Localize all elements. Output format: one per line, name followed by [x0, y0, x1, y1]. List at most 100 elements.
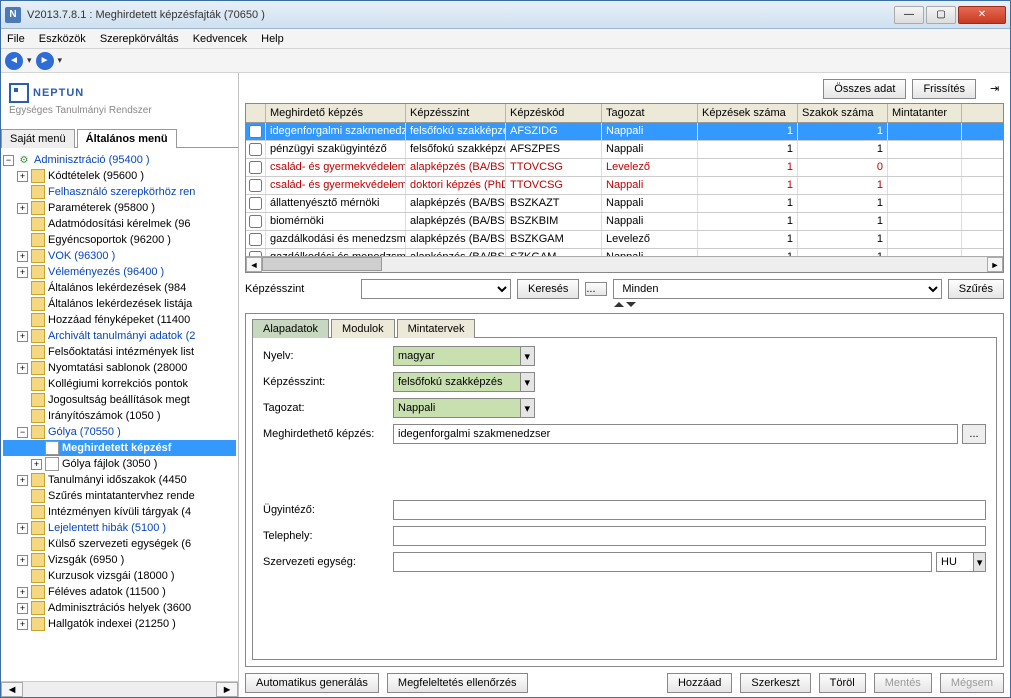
col-check[interactable]: [246, 104, 266, 122]
combo-nyelv[interactable]: ▾: [393, 346, 535, 366]
search-more-button[interactable]: ...: [585, 282, 607, 296]
expand-icon[interactable]: +: [17, 555, 28, 566]
row-checkbox[interactable]: [246, 195, 266, 212]
check-button[interactable]: Megfeleltetés ellenőrzés: [387, 673, 528, 693]
tab-altalanos-menu[interactable]: Általános menü: [77, 129, 177, 148]
combo-tagozat[interactable]: ▾: [393, 398, 535, 418]
field-telephely[interactable]: [393, 526, 986, 546]
table-row[interactable]: idegenforgalmi szakmenedzsfelsőfokú szak…: [246, 123, 1003, 141]
tree-item[interactable]: −⚙Adminisztráció (95400 ): [3, 152, 236, 168]
tree-item[interactable]: +Hallgatók indexei (21250 ): [3, 616, 236, 632]
grid-header[interactable]: Meghirdető képzés Képzésszint Képzéskód …: [246, 104, 1003, 123]
left-scrollbar[interactable]: ◄ ►: [1, 681, 238, 697]
menu-help[interactable]: Help: [261, 33, 284, 45]
tree-item[interactable]: +Lejelentett hibák (5100 ): [3, 520, 236, 536]
col-szint[interactable]: Képzésszint: [406, 104, 506, 122]
tree-item[interactable]: Kurzusok vizsgái (18000 ): [3, 568, 236, 584]
tree-item[interactable]: Felsőoktatási intézmények list: [3, 344, 236, 360]
row-checkbox[interactable]: [246, 159, 266, 176]
tree-item[interactable]: Intézményen kívüli tárgyak (4: [3, 504, 236, 520]
tree-view[interactable]: −⚙Adminisztráció (95400 )+Kódtételek (95…: [1, 148, 238, 681]
tree-item[interactable]: +Nyomtatási sablonok (28000: [3, 360, 236, 376]
edit-button[interactable]: Szerkeszt: [740, 673, 810, 693]
save-button[interactable]: Mentés: [874, 673, 932, 693]
row-checkbox[interactable]: [246, 249, 266, 256]
grid-scrollbar[interactable]: ◄ ►: [246, 256, 1003, 272]
tree-item[interactable]: Általános lekérdezések listája: [3, 296, 236, 312]
chevron-down-icon[interactable]: ▾: [27, 55, 32, 66]
nav-back-button[interactable]: ◄: [5, 52, 23, 70]
search-field-combo[interactable]: [361, 279, 511, 299]
pin-icon[interactable]: ⇥: [990, 82, 1004, 96]
col-kepzes[interactable]: Meghirdető képzés: [266, 104, 406, 122]
tab-mintatervek[interactable]: Mintatervek: [397, 319, 476, 338]
table-row[interactable]: biomérnökialapképzés (BA/BScBSZKBIMNappa…: [246, 213, 1003, 231]
delete-button[interactable]: Töröl: [819, 673, 866, 693]
tab-alapadatok[interactable]: Alapadatok: [252, 319, 329, 338]
tree-item[interactable]: +Adminisztrációs helyek (3600: [3, 600, 236, 616]
expand-icon[interactable]: −: [17, 427, 28, 438]
lookup-button[interactable]: ...: [962, 424, 986, 444]
field-megh-kepzes[interactable]: [393, 424, 958, 444]
table-row[interactable]: gazdálkodási és menedzsmealapképzés (BA/…: [246, 249, 1003, 256]
tree-item[interactable]: Irányítószámok (1050 ): [3, 408, 236, 424]
chevron-down-icon[interactable]: ▾: [520, 347, 534, 365]
scroll-left-icon[interactable]: ◄: [1, 682, 23, 697]
tab-modulok[interactable]: Modulok: [331, 319, 395, 338]
expand-icon[interactable]: +: [17, 267, 28, 278]
combo-language[interactable]: ▾: [936, 552, 986, 572]
chevron-down-icon[interactable]: ▾: [973, 553, 985, 571]
tree-item[interactable]: Kollégiumi korrekciós pontok: [3, 376, 236, 392]
tree-item[interactable]: −Gólya (70550 ): [3, 424, 236, 440]
row-checkbox[interactable]: [246, 231, 266, 248]
menu-file[interactable]: File: [7, 33, 25, 45]
scrollbar-thumb[interactable]: [262, 257, 382, 271]
expand-icon[interactable]: +: [17, 523, 28, 534]
chevron-down-icon[interactable]: ▾: [520, 399, 534, 417]
row-checkbox[interactable]: [246, 213, 266, 230]
tree-item[interactable]: Általános lekérdezések (984: [3, 280, 236, 296]
menu-tools[interactable]: Eszközök: [39, 33, 86, 45]
filter-button[interactable]: Szűrés: [948, 279, 1004, 299]
tree-item[interactable]: Jogosultság beállítások megt: [3, 392, 236, 408]
nav-forward-button[interactable]: ►: [36, 52, 54, 70]
add-button[interactable]: Hozzáad: [667, 673, 732, 693]
row-checkbox[interactable]: [246, 177, 266, 194]
table-row[interactable]: család- és gyermekvédelemalapképzés (BA/…: [246, 159, 1003, 177]
field-ugyintezo[interactable]: [393, 500, 986, 520]
tree-item[interactable]: +VOK (96300 ): [3, 248, 236, 264]
tree-item[interactable]: Adatmódosítási kérelmek (96: [3, 216, 236, 232]
cancel-button[interactable]: Mégsem: [940, 673, 1004, 693]
expand-icon[interactable]: +: [17, 331, 28, 342]
scroll-right-icon[interactable]: ►: [987, 257, 1003, 272]
tree-item[interactable]: Szűrés mintatantervhez rende: [3, 488, 236, 504]
tree-item[interactable]: Külső szervezeti egységek (6: [3, 536, 236, 552]
tree-item[interactable]: +Kódtételek (95600 ): [3, 168, 236, 184]
filter-combo[interactable]: Minden: [613, 279, 941, 299]
maximize-button[interactable]: ▢: [926, 6, 956, 24]
combo-szint[interactable]: ▾: [393, 372, 535, 392]
chevron-down-icon[interactable]: ▾: [58, 55, 63, 66]
col-minta[interactable]: Mintatanter: [888, 104, 962, 122]
tree-item[interactable]: +Archivált tanulmányi adatok (2: [3, 328, 236, 344]
splitter[interactable]: [245, 301, 1004, 307]
tree-item[interactable]: +Vizsgák (6950 ): [3, 552, 236, 568]
expand-icon[interactable]: +: [17, 475, 28, 486]
tree-item[interactable]: +Gólya fájlok (3050 ): [3, 456, 236, 472]
tree-item[interactable]: +Féléves adatok (11500 ): [3, 584, 236, 600]
minimize-button[interactable]: —: [894, 6, 924, 24]
tree-item[interactable]: Egyéncsoportok (96200 ): [3, 232, 236, 248]
tree-item[interactable]: +Véleményezés (96400 ): [3, 264, 236, 280]
scroll-left-icon[interactable]: ◄: [246, 257, 262, 272]
table-row[interactable]: gazdálkodási és menedzsmealapképzés (BA/…: [246, 231, 1003, 249]
chevron-down-icon[interactable]: ▾: [520, 373, 534, 391]
expand-icon[interactable]: +: [31, 459, 42, 470]
col-tagozat[interactable]: Tagozat: [602, 104, 698, 122]
all-data-button[interactable]: Összes adat: [823, 79, 906, 99]
field-szervezeti[interactable]: [393, 552, 932, 572]
tab-sajat-menu[interactable]: Saját menü: [1, 129, 75, 148]
row-checkbox[interactable]: [246, 123, 266, 140]
tree-item[interactable]: +Paraméterek (95800 ): [3, 200, 236, 216]
expand-icon[interactable]: −: [3, 155, 14, 166]
menu-rolechange[interactable]: Szerepkörváltás: [100, 33, 179, 45]
